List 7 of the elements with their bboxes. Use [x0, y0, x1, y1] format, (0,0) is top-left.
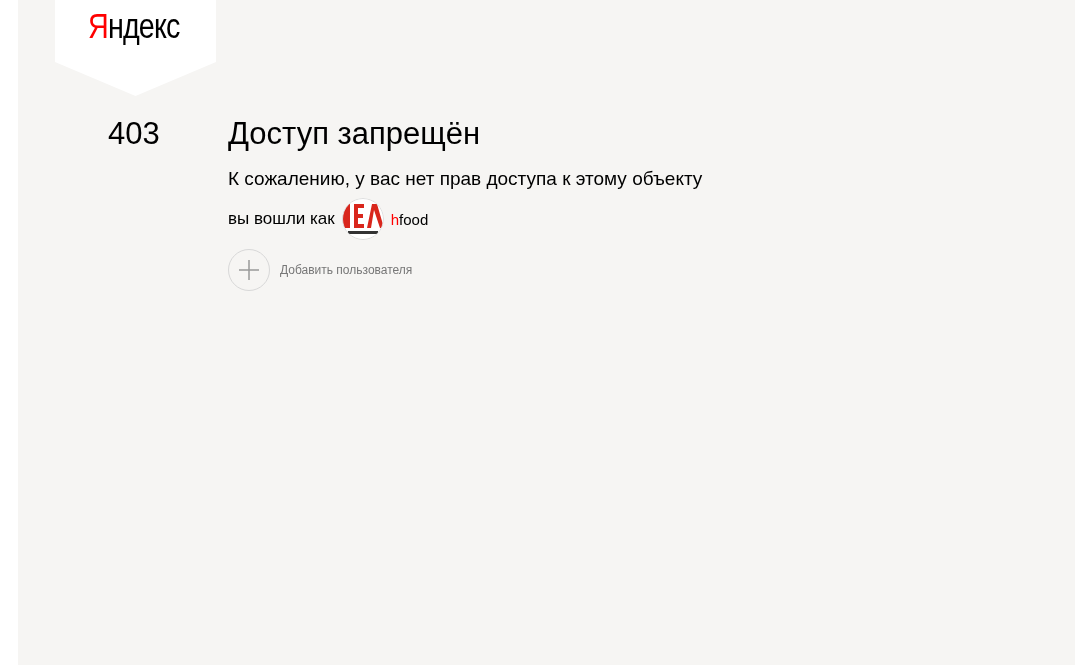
error-code: 403: [107, 116, 161, 153]
add-user-link[interactable]: Добавить пользователя: [280, 263, 413, 277]
error-message: К сожалению, у вас нет прав доступа к этому объекту: [228, 168, 703, 190]
signed-in-label: вы вошли как: [228, 209, 335, 229]
error-title: Доступ запрещён: [228, 116, 482, 152]
username-link[interactable]: hfood: [390, 210, 429, 228]
plus-icon: [239, 260, 259, 280]
